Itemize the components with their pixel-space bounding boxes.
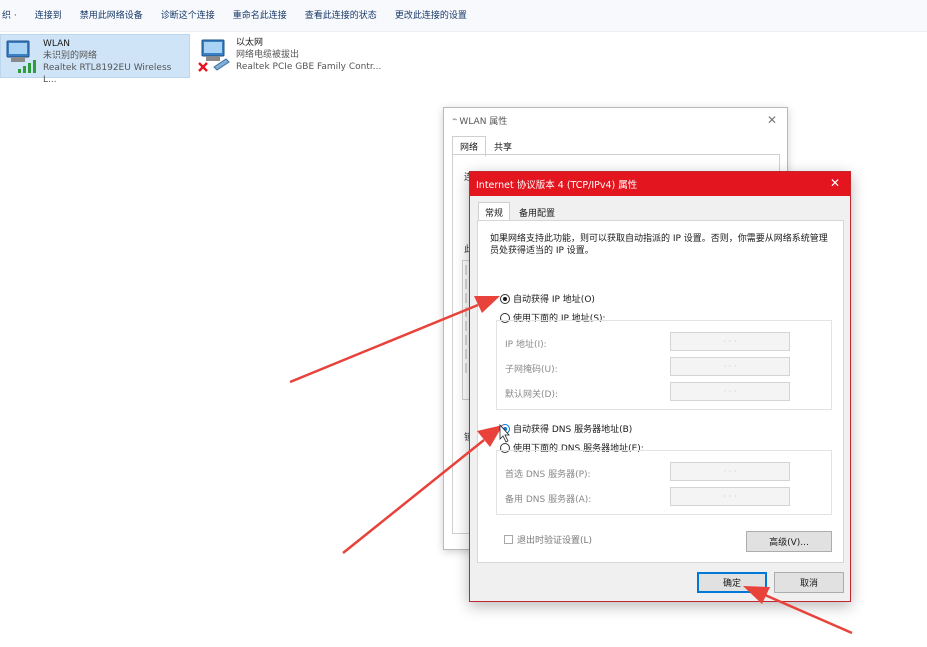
wlan-window-titlebar: ⌁ WLAN 属性 ✕ [444, 108, 787, 132]
connection-tile-ethernet[interactable]: 以太网 网络电缆被拔出 Realtek PCIe GBE Family Cont… [194, 34, 404, 78]
radio-label: 自动获得 IP 地址(O) [513, 295, 595, 305]
ip-address-label: IP 地址(I): [505, 340, 547, 350]
radio-label: 自动获得 DNS 服务器地址(B) [513, 425, 633, 435]
radio-indicator[interactable] [500, 293, 510, 304]
radio-indicator[interactable] [500, 423, 510, 434]
connection-tile-wlan[interactable]: WLAN 未识别的网络 Realtek RTL8192EU Wireless L… [0, 34, 190, 85]
default-gateway-input[interactable]: · · · [670, 382, 790, 401]
toolbar-diagnose-button[interactable]: 诊断这个连接 [152, 0, 224, 32]
ipv4-properties-dialog: Internet 协议版本 4 (TCP/IPv4) 属性 ✕ 常规 备用配置 … [469, 171, 851, 602]
ipv4-dialog-titlebar: Internet 协议版本 4 (TCP/IPv4) 属性 ✕ [470, 172, 850, 196]
validate-settings-checkbox[interactable]: 退出时验证设置(L) [504, 533, 592, 546]
connection-status: 网络电缆被拔出 [236, 50, 300, 60]
general-tab-panel: 如果网络支持此功能，则可以获取自动指派的 IP 设置。否则，你需要从网络系统管理… [477, 220, 844, 563]
toolbar-disable-device-button[interactable]: 禁用此网络设备 [71, 0, 152, 32]
toolbar-rename-button[interactable]: 重命名此连接 [224, 0, 296, 32]
radio-obtain-ip-auto[interactable]: 自动获得 IP 地址(O) [500, 292, 595, 305]
network-adapter-icon: ⌁ [452, 115, 458, 125]
connection-adapter: Realtek RTL8192EU Wireless L... [43, 63, 172, 85]
wireless-adapter-icon [5, 38, 39, 74]
ipv4-description: 如果网络支持此功能，则可以获取自动指派的 IP 设置。否则，你需要从网络系统管理… [490, 234, 828, 256]
cancel-button[interactable]: 取消 [774, 572, 844, 593]
radio-obtain-dns-auto[interactable]: 自动获得 DNS 服务器地址(B) [500, 422, 632, 435]
connection-name: 以太网 [236, 38, 264, 48]
dns-server-group: 首选 DNS 服务器(P): · · · 备用 DNS 服务器(A): · · … [496, 450, 832, 515]
preferred-dns-label: 首选 DNS 服务器(P): [505, 470, 591, 480]
toolbar-change-settings-button[interactable]: 更改此连接的设置 [386, 0, 476, 32]
toolbar-connect-to-button[interactable]: 连接到 [26, 0, 71, 32]
subnet-mask-input[interactable]: · · · [670, 357, 790, 376]
subnet-mask-label: 子网掩码(U): [505, 365, 558, 375]
ethernet-disconnected-icon [198, 37, 232, 73]
checkbox-label: 退出时验证设置(L) [517, 536, 593, 546]
alternate-dns-input[interactable]: · · · [670, 487, 790, 506]
toolbar-view-status-button[interactable]: 查看此连接的状态 [296, 0, 386, 32]
close-icon[interactable]: ✕ [830, 176, 840, 190]
advanced-button[interactable]: 高级(V)... [746, 531, 832, 552]
alternate-dns-label: 备用 DNS 服务器(A): [505, 495, 592, 505]
preferred-dns-input[interactable]: · · · [670, 462, 790, 481]
command-bar: 织 · 连接到 禁用此网络设备 诊断这个连接 重命名此连接 查看此连接的状态 更… [0, 0, 927, 32]
default-gateway-label: 默认网关(D): [505, 390, 558, 400]
connection-name: WLAN [43, 39, 71, 49]
connection-status: 未识别的网络 [43, 51, 98, 61]
wlan-window-title: WLAN 属性 [459, 116, 508, 127]
connection-adapter: Realtek PCIe GBE Family Contr... [236, 62, 382, 72]
ipv4-dialog-title: Internet 协议版本 4 (TCP/IPv4) 属性 [476, 180, 638, 191]
ip-address-input[interactable]: · · · [670, 332, 790, 351]
ok-button[interactable]: 确定 [697, 572, 767, 593]
close-icon[interactable]: ✕ [767, 113, 777, 127]
checkbox-indicator[interactable] [504, 535, 513, 544]
ip-address-group: IP 地址(I): · · · 子网掩码(U): · · · 默认网关(D): … [496, 320, 832, 410]
toolbar-organize-button[interactable]: 织 · [0, 0, 26, 32]
